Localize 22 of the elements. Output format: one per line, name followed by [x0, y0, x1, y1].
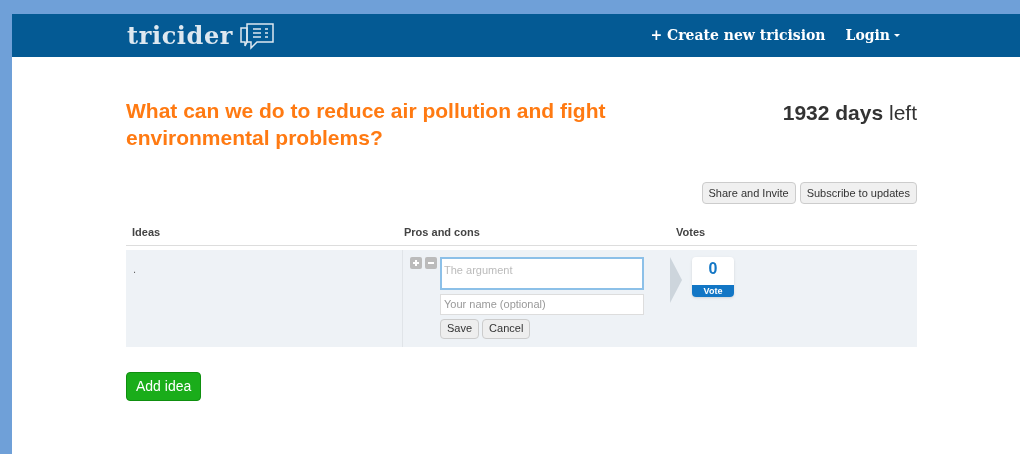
plus-icon[interactable] — [410, 256, 422, 269]
column-header: Votes — [675, 225, 707, 240]
form-button[interactable]: Save — [440, 318, 480, 339]
action-button[interactable]: Share and Invite — [701, 182, 796, 204]
argument-field[interactable]: The argument — [440, 256, 644, 290]
vote-count: 0 — [708, 258, 718, 279]
question-title: What can we do to reduce air pollution and fight environmental problems? — [126, 98, 607, 151]
chevron-icon — [670, 256, 682, 303]
caret-icon — [894, 34, 900, 37]
name-field[interactable]: Your name (optional) — [440, 293, 644, 315]
vote-box[interactable]: 0 Vote — [692, 256, 734, 297]
idea-text: . — [133, 262, 137, 275]
vote-label: Vote — [692, 284, 734, 297]
action-button[interactable]: Subscribe to updates — [799, 182, 917, 204]
login-menu[interactable]: Login — [845, 25, 900, 46]
column-header: Ideas — [131, 225, 162, 240]
create-link[interactable]: + Create new tricision — [650, 25, 826, 46]
days-left: 1932 days left — [782, 100, 917, 126]
minus-icon[interactable] — [425, 256, 437, 269]
column-header: Pros and cons — [403, 225, 481, 240]
logo-text: tricider — [127, 19, 234, 52]
form-button[interactable]: Cancel — [482, 318, 531, 339]
